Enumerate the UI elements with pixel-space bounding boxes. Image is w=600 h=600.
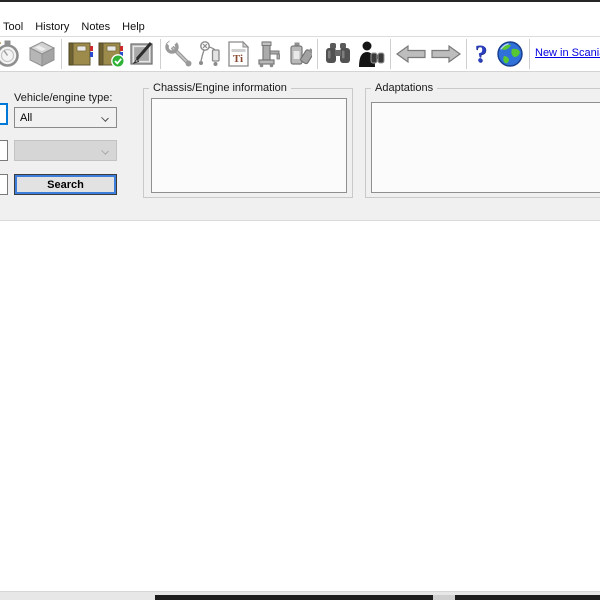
catalog-book-checked-icon [97,40,125,68]
technical-info-button[interactable]: Ti [225,38,251,70]
catalog-book-checked-button[interactable] [97,38,125,70]
cut-off-input-field-3[interactable] [0,174,8,195]
vehicle-engine-type-select[interactable]: All [14,107,117,128]
search-person-button[interactable] [356,38,386,70]
new-in-scania-multi-link[interactable]: New in Scania Multi [535,47,600,59]
web-button[interactable] [496,38,524,70]
engine-stand-icon [253,40,281,68]
notepad-pen-icon [128,40,156,68]
oil-bottles-icon [284,40,312,68]
taskbar[interactable] [0,595,600,600]
arrow-left-icon [395,44,427,64]
adaptations-group: Adaptations [365,88,600,198]
diagnostics-circuit-icon [195,40,223,68]
stopwatch-button[interactable] [0,38,24,70]
search-header-panel: Vehicle/engine type: All Search Chassis/… [0,72,600,221]
package-button[interactable] [27,38,57,70]
catalog-book-button[interactable] [66,38,94,70]
menu-help[interactable]: Help [116,19,151,35]
oil-consumables-button[interactable] [284,38,312,70]
menu-history[interactable]: History [29,19,75,35]
toolbar-separator [61,39,62,69]
engine-stand-button[interactable] [253,38,281,70]
taskbar-dark-region[interactable] [155,595,600,600]
cut-off-input-field-2[interactable] [0,140,8,161]
adaptations-list-box[interactable] [371,102,600,193]
person-binoculars-icon [356,40,386,68]
technical-info-document-icon: Ti [225,40,251,68]
chevron-down-icon [101,114,109,122]
toolbar-separator [317,39,318,69]
menu-bar: Tool History Notes Help [0,18,600,37]
wrench-icon [165,40,193,68]
chassis-engine-info-group: Chassis/Engine information [143,88,353,198]
globe-icon [496,40,524,68]
main-content-area [0,222,600,591]
vehicle-engine-type-label: Vehicle/engine type: [14,92,112,104]
help-question-icon: ? [475,42,488,67]
binoculars-icon [323,41,353,67]
forward-button[interactable] [430,38,462,70]
help-button[interactable]: ? [471,38,491,70]
cut-off-input-field-1[interactable] [0,103,8,125]
vehicle-engine-type-value: All [20,112,32,124]
menu-tool[interactable]: Tool [3,19,29,35]
notepad-pen-button[interactable] [128,38,156,70]
toolbar: Ti [0,37,600,72]
toolbar-separator [466,39,467,69]
chassis-engine-info-box[interactable] [151,98,347,193]
package-icon [27,40,57,68]
stopwatch-icon [0,39,24,69]
svg-text:Ti: Ti [233,53,243,65]
secondary-select-disabled [14,140,117,161]
menu-notes[interactable]: Notes [75,19,116,35]
diagnostics-button[interactable] [195,38,223,70]
toolbar-separator [529,39,530,69]
chassis-engine-info-label: Chassis/Engine information [149,82,291,94]
search-parts-button[interactable] [323,38,353,70]
toolbar-separator [390,39,391,69]
app-window: Tool History Notes Help [0,0,600,600]
taskbar-button-segment[interactable] [433,595,455,600]
search-button[interactable]: Search [14,174,117,195]
adaptations-label: Adaptations [371,82,437,94]
toolbar-separator [160,39,161,69]
back-button[interactable] [395,38,427,70]
catalog-book-icon [66,40,94,68]
arrow-right-icon [430,44,462,64]
chevron-down-icon [101,147,109,155]
window-top-edge [0,0,600,2]
wrench-button[interactable] [165,38,193,70]
